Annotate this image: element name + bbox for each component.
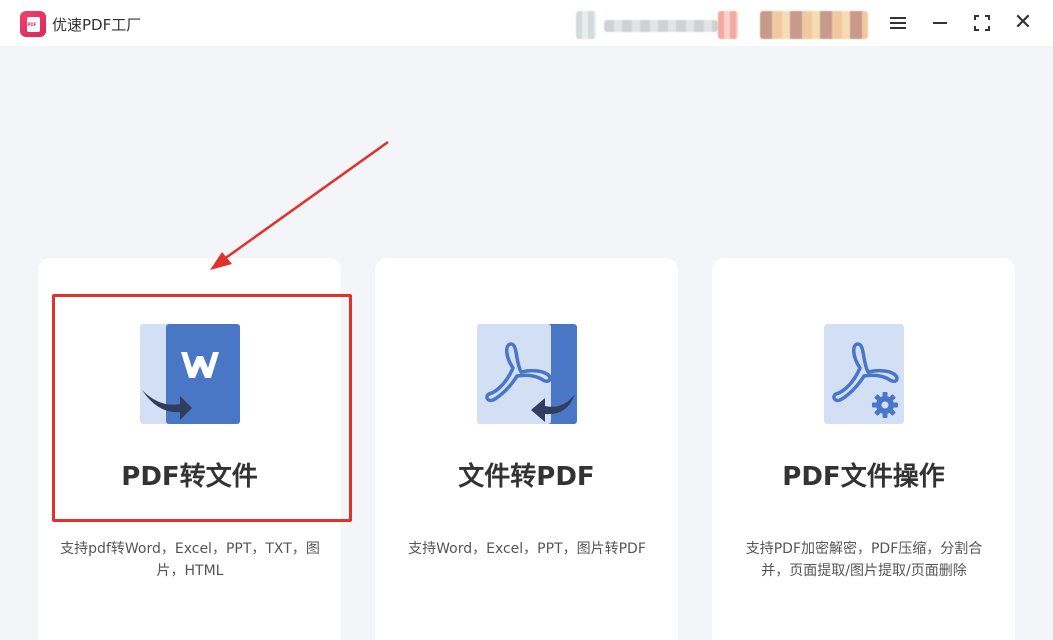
- app-logo-icon: [20, 11, 46, 37]
- pdf-settings-icon: [824, 324, 904, 424]
- title-bar: 优速PDF工厂 ✕: [0, 0, 1053, 46]
- card-pdf-to-file[interactable]: PDF转文件 支持pdf转Word，Excel，PPT，TXT，图片，HTML: [38, 258, 341, 640]
- user-info-blurred: [604, 20, 718, 32]
- menu-button[interactable]: [885, 10, 911, 36]
- card-file-to-pdf[interactable]: 文件转PDF 支持Word，Excel，PPT，图片转PDF: [375, 258, 678, 640]
- hamburger-icon: [890, 17, 906, 29]
- card-title: PDF转文件: [121, 462, 258, 492]
- card-pdf-operations[interactable]: PDF文件操作 支持PDF加密解密，PDF压缩，分割合并，页面提取/图片提取/页…: [712, 258, 1015, 640]
- card-description: 支持pdf转Word，Excel，PPT，TXT，图片，HTML: [60, 541, 320, 579]
- card-title: PDF文件操作: [782, 462, 945, 492]
- pdf-import-icon: [477, 324, 577, 424]
- card-description: 支持Word，Excel，PPT，图片转PDF: [408, 541, 646, 557]
- word-convert-icon: [140, 324, 240, 424]
- minimize-button[interactable]: [927, 10, 953, 36]
- user-vip-blurred[interactable]: [760, 11, 868, 39]
- app-title: 优速PDF工厂: [52, 16, 142, 34]
- card-title: 文件转PDF: [458, 462, 595, 492]
- close-icon: ✕: [1013, 10, 1033, 35]
- maximize-button[interactable]: [969, 10, 995, 36]
- gear-icon: [872, 392, 898, 418]
- maximize-icon: [974, 15, 990, 31]
- minimize-icon: [933, 22, 947, 24]
- user-badge-blurred: [718, 11, 738, 39]
- card-description: 支持PDF加密解密，PDF压缩，分割合并，页面提取/图片提取/页面删除: [745, 541, 983, 579]
- close-button[interactable]: ✕: [1010, 10, 1036, 36]
- user-avatar-blurred[interactable]: [576, 11, 596, 39]
